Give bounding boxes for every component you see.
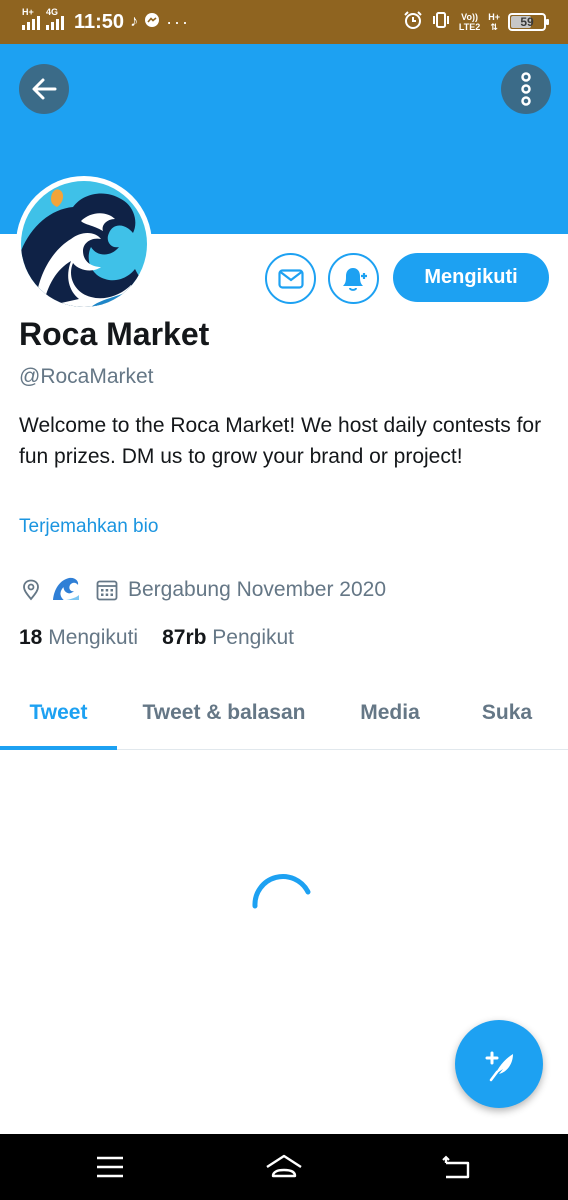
followers-label: Pengikut bbox=[212, 626, 295, 649]
vibrate-icon bbox=[431, 10, 451, 35]
status-left: H+ 4G 11:50 ♪ ··· bbox=[22, 8, 191, 34]
messenger-icon bbox=[144, 12, 160, 33]
back-icon bbox=[442, 1155, 470, 1179]
wave-emoji-icon bbox=[53, 577, 79, 601]
recent-apps-button[interactable] bbox=[80, 1151, 140, 1183]
network-type-right: H+ bbox=[488, 12, 500, 22]
status-time: 11:50 bbox=[74, 10, 125, 33]
menu-icon bbox=[97, 1156, 123, 1178]
network-type-1: H+ bbox=[22, 7, 34, 17]
compose-feather-icon bbox=[485, 1051, 513, 1082]
profile-tabs: Tweet Tweet & balasan Media Suka bbox=[0, 676, 568, 750]
profile-name: Roca Market bbox=[19, 316, 210, 352]
followers-stat[interactable]: 87rb Pengikut bbox=[162, 626, 294, 650]
following-count: 18 bbox=[19, 626, 43, 649]
back-button[interactable] bbox=[19, 64, 69, 114]
arrow-left-icon bbox=[32, 78, 57, 100]
signal-icon: H+ bbox=[22, 8, 40, 30]
loading-spinner-icon bbox=[252, 874, 311, 909]
bell-plus-icon bbox=[342, 267, 367, 291]
location-pin-icon bbox=[23, 579, 39, 601]
tab-likes[interactable]: Suka bbox=[460, 676, 554, 749]
profile-stats: 18 Mengikuti 87rb Pengikut bbox=[19, 626, 294, 650]
profile-bio: Welcome to the Roca Market! We host dail… bbox=[19, 414, 542, 468]
home-button[interactable] bbox=[254, 1151, 314, 1183]
following-stat[interactable]: 18 Mengikuti bbox=[19, 626, 138, 650]
status-right: Vo)) LTE2 H+ ⇅ 59 bbox=[403, 9, 549, 35]
data-activity-icon: H+ ⇅ bbox=[488, 12, 500, 32]
home-icon bbox=[266, 1154, 302, 1178]
following-label: Mengikuti bbox=[48, 626, 139, 649]
tiktok-icon: ♪ bbox=[130, 13, 139, 30]
location-wave-emoji bbox=[52, 575, 80, 606]
system-back-button[interactable] bbox=[426, 1151, 486, 1183]
lte-label: LTE2 bbox=[458, 22, 481, 32]
calendar-icon bbox=[96, 580, 118, 601]
status-bar: H+ 4G 11:50 ♪ ··· Vo)) LTE2 H+ ⇅ 59 bbox=[0, 0, 568, 44]
notifications-button[interactable] bbox=[328, 253, 379, 304]
mail-icon bbox=[277, 268, 304, 289]
more-vertical-icon bbox=[521, 72, 531, 106]
compose-tweet-button[interactable] bbox=[455, 1020, 543, 1108]
tab-tweets-replies[interactable]: Tweet & balasan bbox=[124, 676, 324, 749]
more-options-button[interactable] bbox=[501, 64, 551, 114]
message-button[interactable] bbox=[265, 253, 316, 304]
profile-handle: @RocaMarket bbox=[19, 365, 154, 388]
battery-icon: 59 bbox=[508, 13, 549, 31]
volte-indicator: Vo)) LTE2 bbox=[459, 12, 480, 32]
profile-meta: Bergabung November 2020 bbox=[22, 575, 386, 605]
followers-count: 87rb bbox=[162, 626, 207, 649]
more-notifications-indicator: ··· bbox=[166, 11, 191, 32]
avatar[interactable] bbox=[16, 176, 152, 312]
tab-tweets[interactable]: Tweet bbox=[0, 676, 117, 750]
tab-media[interactable]: Media bbox=[340, 676, 440, 749]
battery-level: 59 bbox=[520, 15, 534, 29]
signal-icon: 4G bbox=[46, 8, 64, 30]
wave-logo-icon bbox=[21, 181, 147, 307]
following-button[interactable]: Mengikuti bbox=[393, 253, 549, 302]
system-navigation-bar bbox=[0, 1134, 568, 1200]
translate-bio-link[interactable]: Terjemahkan bio bbox=[19, 516, 158, 538]
alarm-icon bbox=[403, 10, 423, 35]
network-type-2: 4G bbox=[46, 7, 59, 17]
volte-label: Vo)) bbox=[461, 12, 478, 22]
joined-date: Bergabung November 2020 bbox=[128, 578, 387, 601]
